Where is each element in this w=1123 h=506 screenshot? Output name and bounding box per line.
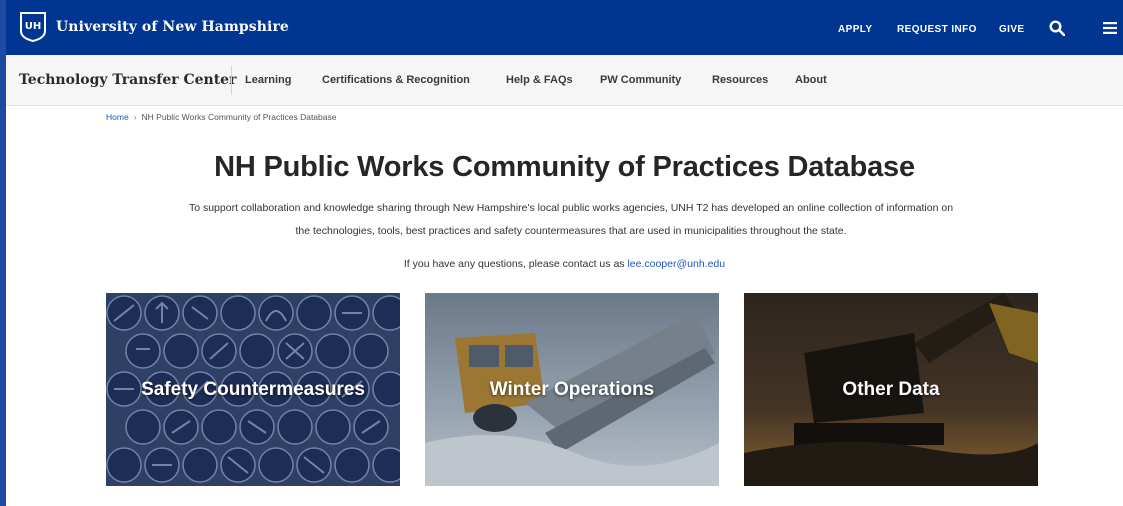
give-link[interactable]: GIVE [999, 24, 1025, 35]
svg-text:UH: UH [25, 21, 42, 32]
breadcrumb-current: NH Public Works Community of Practices D… [141, 112, 337, 122]
nav-item-resources[interactable]: Resources [712, 74, 768, 86]
winter-operations-label: Winter Operations [489, 378, 655, 400]
page-title: NH Public Works Community of Practices D… [214, 151, 915, 183]
university-name-link[interactable]: University of New Hampshire [56, 19, 289, 35]
intro-text: To support collaboration and knowledge s… [106, 197, 1036, 243]
intro-line-1: To support collaboration and knowledge s… [188, 202, 954, 214]
safety-countermeasures-card[interactable]: Safety Countermeasures [106, 293, 400, 486]
intro-line-2: the technologies, tools, best practices … [295, 225, 847, 237]
breadcrumb-separator: › [133, 112, 137, 122]
nav-item-certifications[interactable]: Certifications & Recognition [322, 74, 470, 86]
menu-icon[interactable] [1103, 22, 1117, 34]
site-title-link[interactable]: Technology Transfer Center [19, 72, 236, 88]
search-icon[interactable] [1049, 20, 1065, 36]
contact-line: If you have any questions, please contac… [6, 258, 1123, 270]
apply-link[interactable]: APPLY [838, 24, 872, 35]
unh-logo-icon[interactable]: UH [19, 11, 47, 42]
other-data-label: Other Data [842, 378, 940, 400]
contact-email-link[interactable]: lee.cooper@unh.edu [627, 258, 725, 270]
site-navigation: Technology Transfer Center Learning Cert… [6, 55, 1123, 106]
request-info-link[interactable]: REQUEST INFO [897, 24, 977, 35]
university-topbar: UH University of New Hampshire APPLY REQ… [6, 0, 1123, 55]
nav-item-about[interactable]: About [795, 74, 827, 86]
safety-countermeasures-label: Safety Countermeasures [141, 378, 365, 400]
winter-operations-card[interactable]: Winter Operations [425, 293, 719, 486]
other-data-card[interactable]: Other Data [744, 293, 1038, 486]
nav-item-pw-community[interactable]: PW Community [600, 74, 681, 86]
nav-item-learning[interactable]: Learning [245, 74, 291, 86]
breadcrumb: Home › NH Public Works Community of Prac… [106, 112, 336, 122]
breadcrumb-home-link[interactable]: Home [106, 112, 129, 122]
nav-item-help-faqs[interactable]: Help & FAQs [506, 74, 573, 86]
nav-divider [231, 66, 232, 95]
contact-text: If you have any questions, please contac… [403, 258, 628, 270]
page: UH University of New Hampshire APPLY REQ… [6, 0, 1123, 506]
